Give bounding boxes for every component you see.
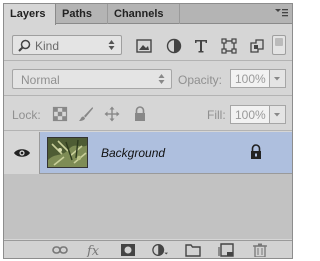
link-layers-icon[interactable] [52,243,68,257]
new-layer-icon[interactable] [218,243,234,257]
layer-lock-icon [251,144,261,159]
visibility-toggle[interactable] [4,132,40,174]
layers-list: Background [4,132,292,239]
layers-panel: Layers Paths Channels Kind Normal Opacit… [3,3,293,259]
tab-paths[interactable]: Paths [56,4,108,24]
fill-label: Fill: [207,108,226,122]
tab-layers[interactable]: Layers [4,4,56,25]
filter-toggle-switch[interactable] [272,35,286,55]
opacity-dropdown[interactable] [270,69,286,88]
panel-tab-bar: Layers Paths Channels [4,4,292,25]
lock-row: Lock: Fill: 100% [4,97,292,131]
blend-mode-value: Normal [21,73,60,87]
pixel-filter-icon[interactable] [136,38,152,54]
filter-kind-label: Kind [35,39,60,53]
panel-menu-icon[interactable] [274,7,288,19]
lock-all-icon[interactable] [132,106,148,122]
opacity-input[interactable]: 100% [230,69,270,88]
toggle-knob [275,38,283,46]
tab-channels[interactable]: Channels [108,4,180,24]
blend-mode-row: Normal Opacity: 100% [4,62,292,96]
select-arrows-icon [108,40,115,50]
fill-input[interactable]: 100% [230,105,270,124]
select-arrows-icon [158,74,165,84]
filter-row: Kind [4,29,292,61]
svg-text:fx: fx [86,244,100,257]
layer-name: Background [101,146,166,160]
layers-bottom-toolbar: fx [4,240,292,258]
lock-position-icon[interactable] [104,106,120,122]
smart-object-filter-icon[interactable] [249,38,265,54]
layer-thumbnail-image [48,138,87,167]
new-adjustment-layer-icon[interactable] [152,243,168,257]
lock-transparent-pixels-icon[interactable] [52,106,68,122]
delete-layer-icon[interactable] [252,243,268,257]
type-filter-icon[interactable] [193,38,209,54]
search-icon [18,39,31,52]
lock-image-pixels-icon[interactable] [78,106,94,122]
fx-icon[interactable]: fx [86,243,102,257]
fill-dropdown[interactable] [270,105,286,124]
filter-kind-select[interactable]: Kind [12,35,122,55]
blend-mode-select[interactable]: Normal [12,69,172,89]
shape-filter-icon[interactable] [221,38,237,54]
lock-label: Lock: [12,108,41,122]
layer-row[interactable]: Background [4,132,292,174]
layer-thumbnail [47,137,88,168]
chevron-down-icon [274,77,280,81]
eye-icon [14,149,30,157]
opacity-label: Opacity: [178,73,223,87]
add-mask-icon[interactable] [120,243,136,257]
adjustment-filter-icon[interactable] [166,38,182,54]
chevron-down-icon [274,113,280,117]
new-group-icon[interactable] [185,243,201,257]
